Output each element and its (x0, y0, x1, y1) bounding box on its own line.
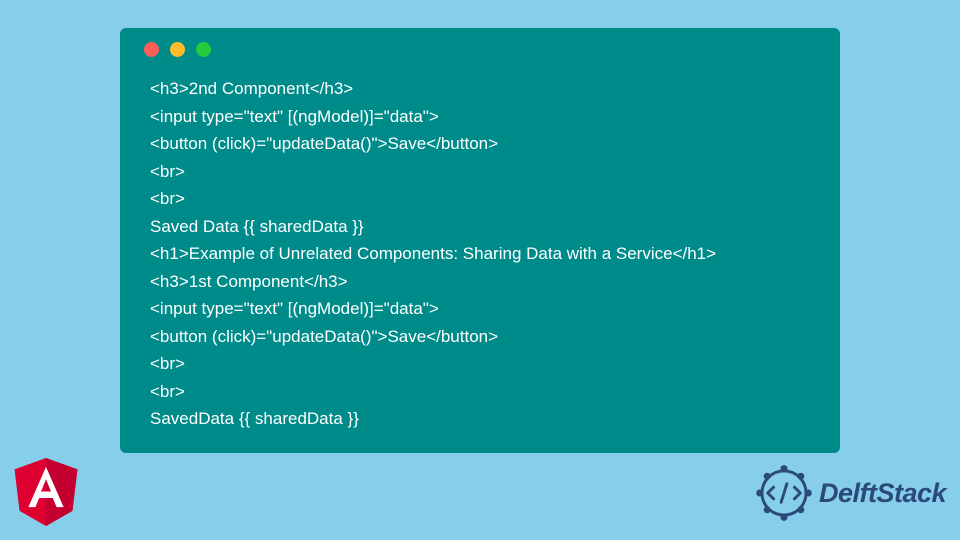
code-line: <h3>2nd Component</h3> (150, 75, 822, 103)
close-dot-icon (144, 42, 159, 57)
code-block: <h3>2nd Component</h3> <input type="text… (138, 75, 822, 433)
code-line: SavedData {{ sharedData }} (150, 405, 822, 433)
delftstack-logo-icon (755, 464, 813, 522)
code-line: <br> (150, 185, 822, 213)
code-line: <h1>Example of Unrelated Components: Sha… (150, 240, 822, 268)
code-line: <br> (150, 158, 822, 186)
code-line: Saved Data {{ sharedData }} (150, 213, 822, 241)
code-line: <input type="text" [(ngModel)]="data"> (150, 103, 822, 131)
code-line: <br> (150, 350, 822, 378)
angular-logo-icon (14, 458, 78, 526)
maximize-dot-icon (196, 42, 211, 57)
code-line: <h3>1st Component</h3> (150, 268, 822, 296)
delftstack-branding: DelftStack (755, 464, 946, 522)
code-line: <input type="text" [(ngModel)]="data"> (150, 295, 822, 323)
code-line: <button (click)="updateData()">Save</but… (150, 323, 822, 351)
code-window: <h3>2nd Component</h3> <input type="text… (120, 28, 840, 453)
code-line: <br> (150, 378, 822, 406)
window-controls (138, 42, 822, 57)
delftstack-label: DelftStack (819, 478, 946, 509)
minimize-dot-icon (170, 42, 185, 57)
code-line: <button (click)="updateData()">Save</but… (150, 130, 822, 158)
